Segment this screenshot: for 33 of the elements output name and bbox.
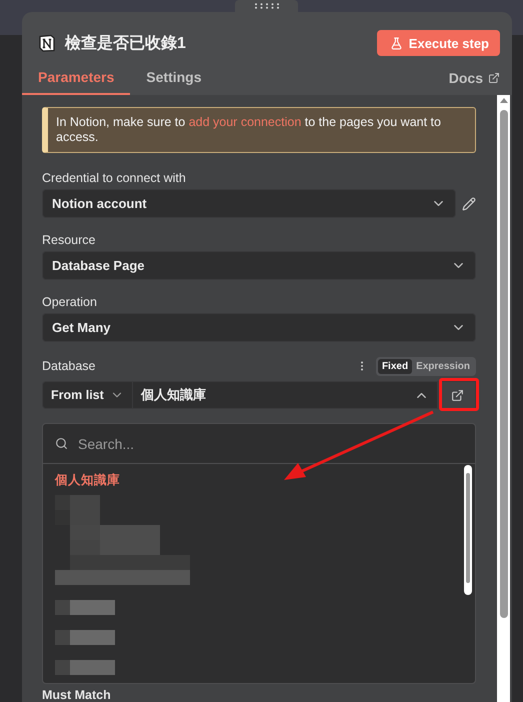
open-database-button[interactable] <box>438 381 476 410</box>
drag-handle-icon <box>254 3 280 9</box>
scrollbar[interactable] <box>464 465 472 596</box>
field-label: Credential to connect with <box>42 171 187 185</box>
field-label: Database <box>42 359 96 373</box>
field-label: Resource <box>42 233 96 247</box>
edit-icon[interactable] <box>462 196 476 210</box>
source-select[interactable]: From list <box>42 381 133 410</box>
execute-step-button[interactable]: Execute step <box>376 30 500 56</box>
select-field[interactable]: Get Many <box>42 313 476 342</box>
mode-option[interactable]: Fixed <box>378 358 412 374</box>
mode-option[interactable]: Expression <box>412 358 474 374</box>
notion-logo-icon <box>38 34 56 52</box>
connection-link[interactable]: add your connection <box>188 115 302 129</box>
notice-message: In Notion, make sure to add your connection to the pages you want to access. <box>42 107 476 153</box>
search-icon <box>55 437 68 450</box>
flask-icon <box>390 36 403 50</box>
search-field[interactable]: Search... <box>78 436 463 452</box>
tab[interactable]: Settings <box>130 69 218 95</box>
database-select[interactable]: 個人知識庫 <box>133 381 438 410</box>
field-label: Operation <box>42 295 98 309</box>
external-link-icon <box>488 72 500 84</box>
node-title: 檢查是否已收錄1 <box>65 34 186 54</box>
select-field[interactable]: Notion account <box>42 189 456 218</box>
select-field[interactable]: Database Page <box>42 251 476 280</box>
scroll-up-icon <box>500 98 508 103</box>
scrollbar[interactable] <box>497 95 510 702</box>
drag-handle[interactable] <box>235 0 298 12</box>
highlight-box <box>439 378 479 412</box>
external-link-icon <box>450 388 464 402</box>
field-label: Must Match <box>42 688 112 702</box>
dropdown-item[interactable]: 個人知識庫 <box>55 472 464 490</box>
docs-link[interactable]: Docs <box>448 70 500 95</box>
